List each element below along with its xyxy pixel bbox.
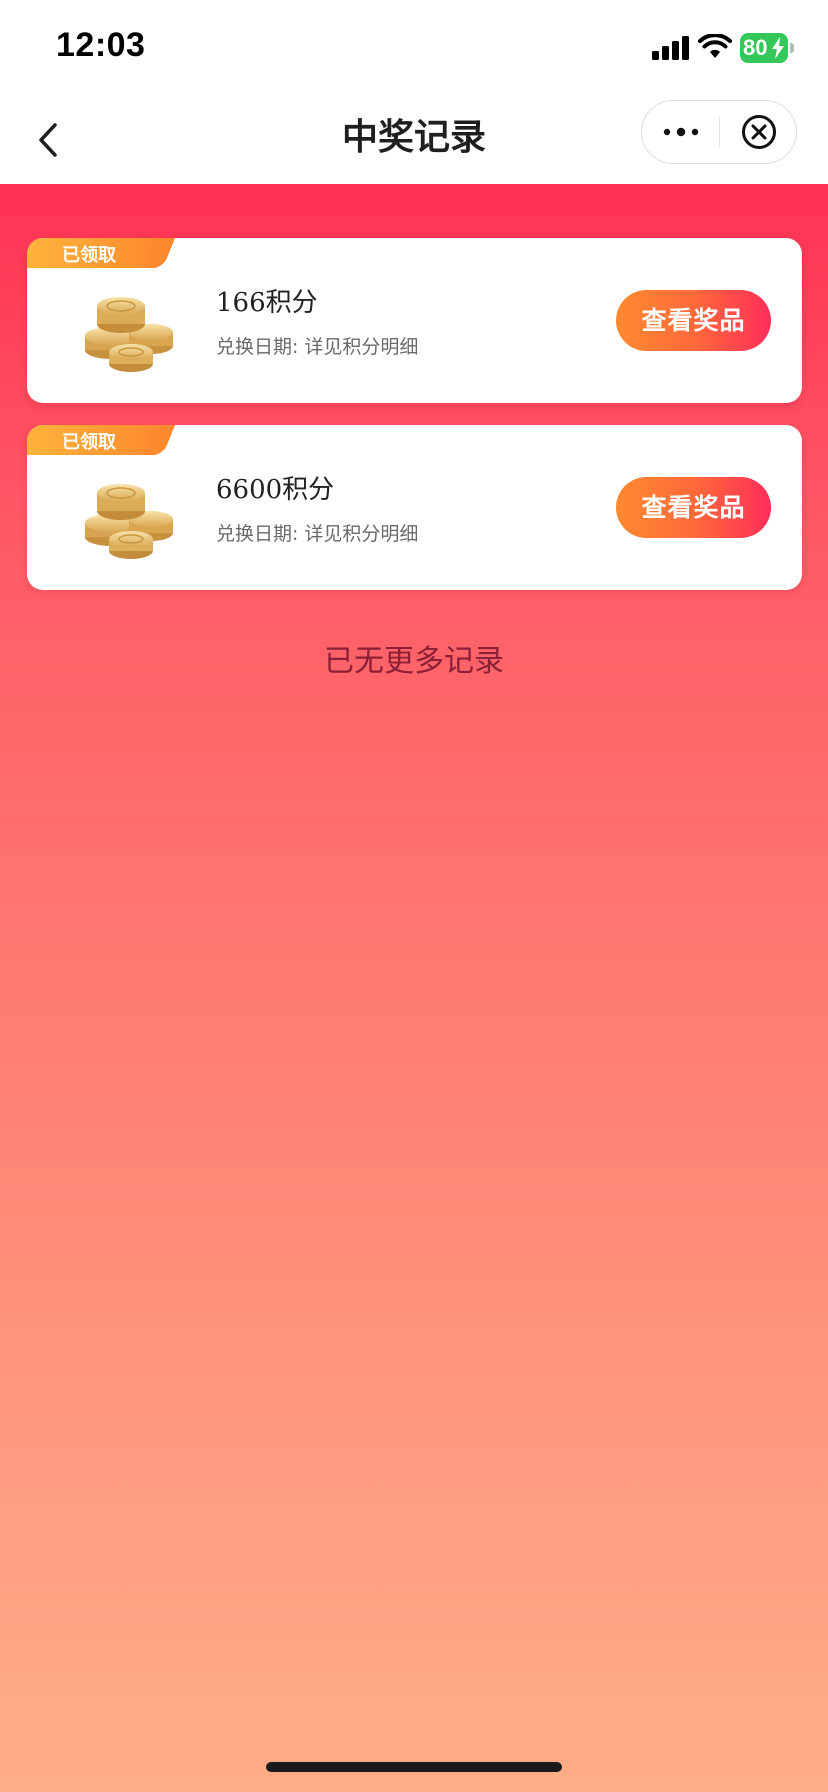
view-prize-button[interactable]: 查看奖品 [616,290,771,351]
back-button[interactable] [24,112,72,168]
status-tag-text: 已领取 [62,245,116,266]
status-time: 12:03 [56,26,146,64]
exchange-date: 兑换日期: 详见积分明细 [216,519,418,546]
wifi-icon [698,34,732,58]
battery-cap [790,43,794,53]
record-card: 已领取 166积分 兑换日期: 详见积分明细 查看奖品 [27,238,802,403]
more-dots-icon [663,127,698,137]
mini-program-capsule [641,100,797,164]
records-content: 已领取 166积分 兑换日期: 详见积分明细 查看奖品 已领取 6600积分 兑… [0,184,828,1792]
no-more-records-text: 已无更多记录 [324,644,504,679]
status-bar: 12:03 80 [0,0,828,94]
exchange-date-value: 详见积分明细 [304,336,419,358]
nav-bar: 中奖记录 [0,94,828,184]
close-button[interactable] [720,101,797,163]
status-tag: 已领取 [27,238,159,268]
status-tag-text: 已领取 [62,432,116,453]
prize-name: 6600积分 [216,475,335,505]
cellular-signal-icon [652,36,689,60]
gold-coins-icon [85,297,173,372]
exchange-date: 兑换日期: 详见积分明细 [216,332,418,359]
prize-name: 166积分 [216,288,318,318]
exchange-date-value: 详见积分明细 [304,523,419,545]
battery-level: 80 [743,35,768,60]
record-card: 已领取 6600积分 兑换日期: 详见积分明细 查看奖品 [27,425,802,590]
status-tag: 已领取 [27,425,159,455]
gold-coins-icon [85,484,173,559]
more-button[interactable] [642,101,719,163]
home-indicator [266,1762,562,1772]
exchange-date-label: 兑换日期: [216,523,299,545]
close-circle-icon [741,115,776,149]
chevron-left-icon [39,123,57,157]
exchange-date-label: 兑换日期: [216,336,299,358]
battery-indicator: 80 [740,33,794,63]
view-prize-button[interactable]: 查看奖品 [616,477,771,538]
charging-bolt-icon [772,37,784,59]
